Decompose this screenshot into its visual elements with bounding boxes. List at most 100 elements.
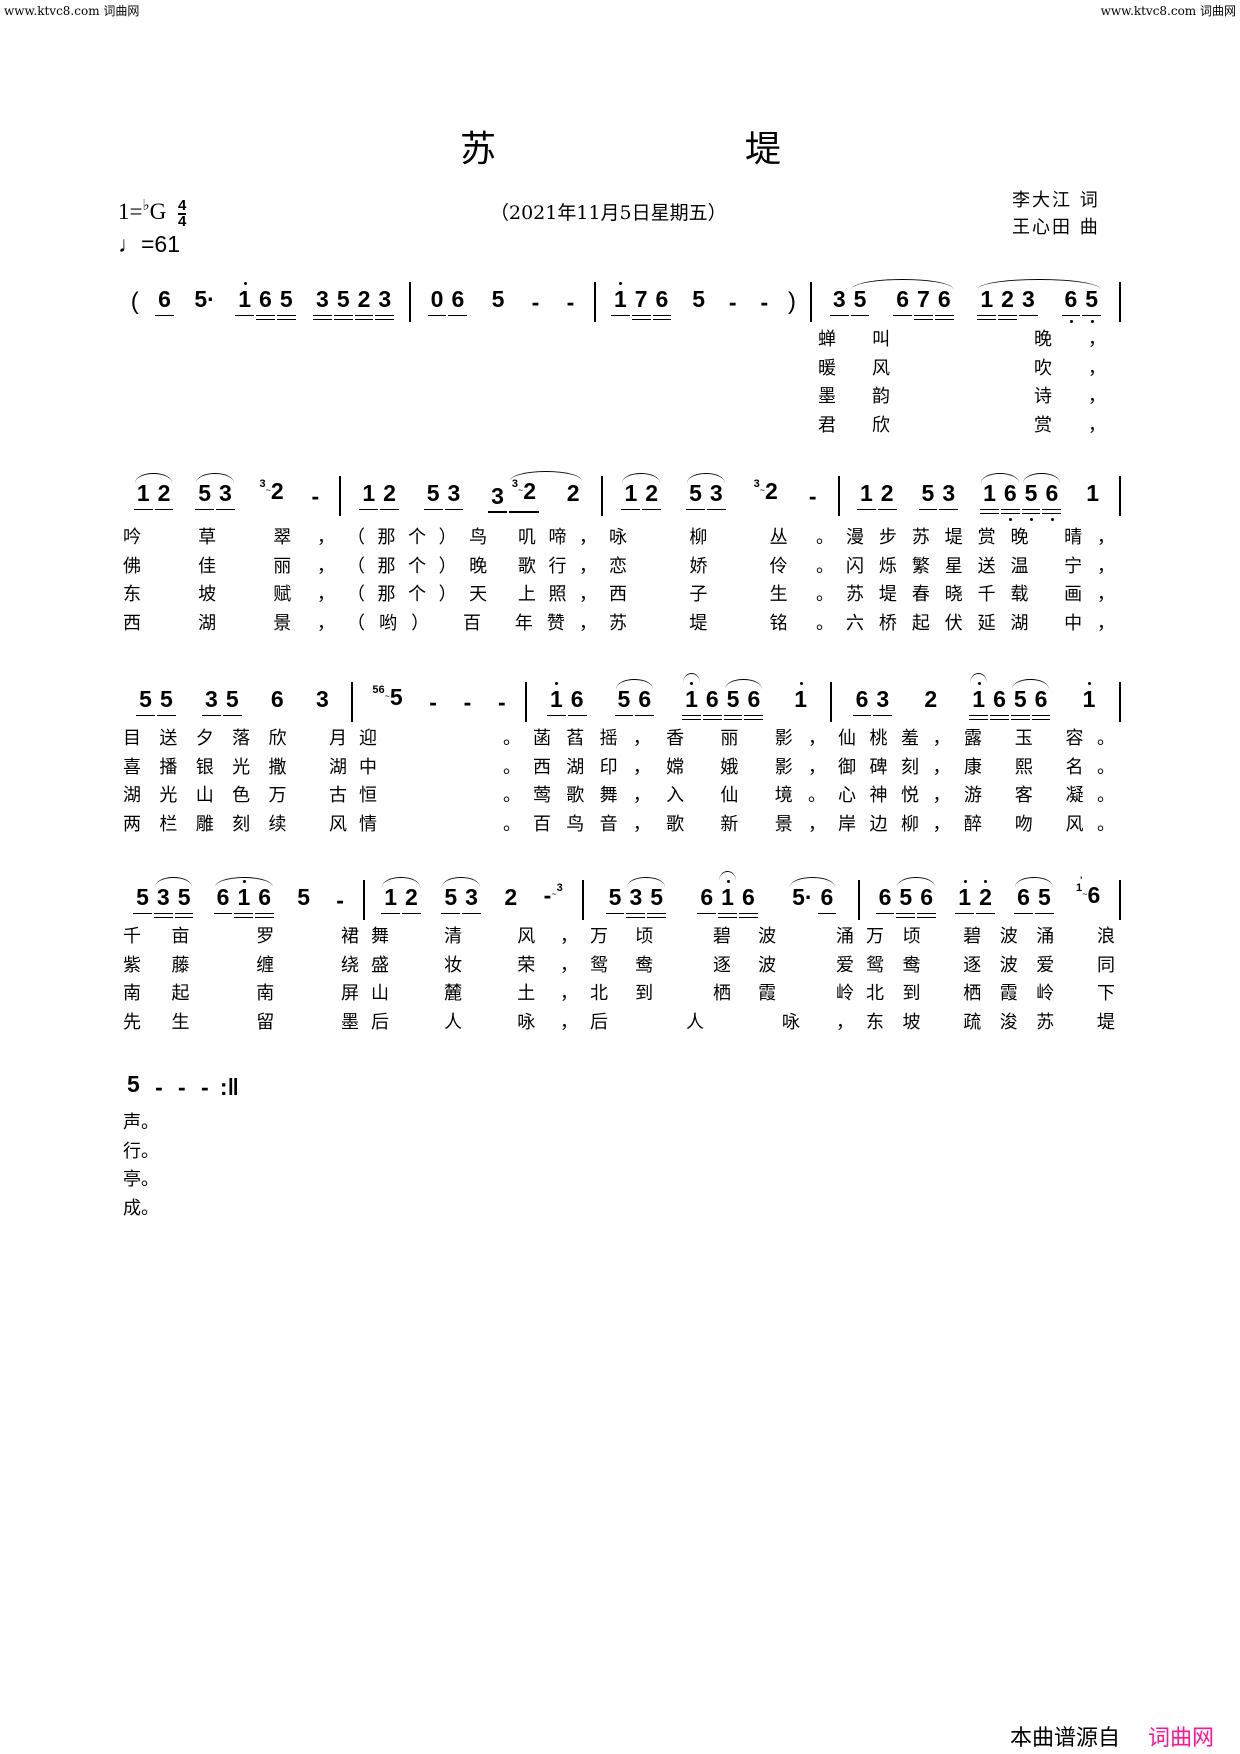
note-digit: 2 xyxy=(924,686,938,712)
date-note: （2021年11月5日星期五） xyxy=(490,202,727,224)
measure: 165616561 xyxy=(527,682,832,722)
underline xyxy=(354,318,374,320)
note: 5 xyxy=(440,883,461,917)
note: 5 xyxy=(688,285,709,319)
lyric-line: 盛 妆 荣， xyxy=(371,954,578,976)
underline xyxy=(381,912,401,914)
lyric-line: 漫步苏堤赏晚 晴， xyxy=(846,527,1115,548)
note-digit: 2 xyxy=(523,477,537,504)
underline xyxy=(441,912,461,914)
lyric-line: 恒。 xyxy=(359,785,521,806)
underline xyxy=(174,912,194,914)
note: 5 xyxy=(723,685,744,720)
footer-brand-link[interactable]: 词曲网 xyxy=(1148,1720,1214,1752)
note-group: 123 xyxy=(976,285,1039,320)
underline xyxy=(856,508,876,510)
underline xyxy=(917,912,937,914)
underline xyxy=(877,508,897,510)
slur-arc xyxy=(978,279,1101,289)
underline xyxy=(969,714,989,716)
note: 5 xyxy=(156,685,177,719)
note-digit: 6 xyxy=(570,686,584,712)
underline xyxy=(195,508,214,510)
note: 6 xyxy=(267,685,288,719)
underline xyxy=(313,314,332,316)
underline xyxy=(652,318,672,320)
note: 5 xyxy=(1021,479,1042,521)
underline xyxy=(642,508,662,510)
underline xyxy=(1021,508,1041,510)
note: 6 xyxy=(934,285,955,320)
note-digit: 5 xyxy=(279,286,293,312)
note-digit: 1 xyxy=(384,884,398,910)
note-group: 1656 xyxy=(968,682,1051,720)
octave-dot-below xyxy=(1030,518,1034,521)
note: 5· xyxy=(190,285,218,319)
note-digit: 1 xyxy=(1086,480,1099,506)
note: 5 xyxy=(646,883,667,918)
note-digit: 6 xyxy=(1087,881,1101,908)
repeat-end-barline: :‖ xyxy=(219,1073,239,1100)
dash-extension: - xyxy=(728,288,737,315)
note-group: 6 xyxy=(154,285,175,319)
note-group: 3 3~2 xyxy=(487,477,540,516)
note-group: 1656 xyxy=(979,479,1062,521)
dash-extension: - xyxy=(760,288,769,315)
note: 6 xyxy=(989,685,1010,720)
note: 3 xyxy=(312,285,333,320)
slur-arc xyxy=(627,877,666,887)
note-group: 535 xyxy=(605,883,667,918)
note: 5 xyxy=(293,883,314,917)
underline xyxy=(256,318,275,320)
underline xyxy=(402,912,421,914)
underline xyxy=(873,714,893,716)
underline xyxy=(1031,714,1051,716)
note-digit: 6 xyxy=(258,884,272,910)
underline xyxy=(448,314,468,316)
underline xyxy=(850,314,870,316)
note: 2 xyxy=(997,285,1018,320)
note-digit: 5 xyxy=(692,286,706,312)
key-note: G xyxy=(149,199,167,224)
underline xyxy=(605,912,625,914)
note-digit: 1 xyxy=(613,286,627,312)
underline xyxy=(1031,718,1051,720)
slur-arc xyxy=(509,470,582,481)
note-digit: 5 xyxy=(177,884,191,910)
flat-icon: ♭ xyxy=(142,198,150,214)
note-digit: 1 xyxy=(972,686,986,712)
note: 6 xyxy=(1041,479,1062,521)
note: 3 xyxy=(938,479,959,513)
underline xyxy=(354,314,374,316)
lyric-line: 成。 xyxy=(123,1197,159,1219)
underline xyxy=(917,916,937,918)
measure: 63216561 xyxy=(832,682,1121,722)
note-group: 12 xyxy=(380,883,422,917)
note-digit: 5 xyxy=(853,286,867,312)
note: 6 xyxy=(1013,883,1034,917)
note-digit: 3 xyxy=(832,286,846,312)
note: 3 xyxy=(1018,285,1039,319)
underline xyxy=(255,912,275,914)
lyric-line: 后 人 咏， xyxy=(371,1011,578,1033)
grace-note: 3 xyxy=(556,881,563,894)
octave-dot-above xyxy=(619,282,623,285)
lyric-line: 佛 佳 丽， xyxy=(123,555,335,577)
grace-note-group: 56~5 xyxy=(368,683,406,722)
note: 1 xyxy=(681,682,702,720)
dash-extension: - xyxy=(463,688,472,715)
lyric-line: 后 人 咏， xyxy=(590,1011,854,1033)
note: 6 xyxy=(447,285,468,319)
note-digit: 5 xyxy=(444,884,458,910)
note-group: 535 xyxy=(132,883,194,918)
note: 5 xyxy=(222,685,243,719)
grace-note-group: 3~2 xyxy=(750,477,782,516)
note-group: 35 xyxy=(201,685,243,719)
underline xyxy=(614,714,634,716)
note-digit: 6 xyxy=(216,884,230,910)
lyric-line: 百鸟音，歌 新 景， xyxy=(533,813,826,835)
note-group: 35 xyxy=(829,285,871,319)
note-digit: 6 xyxy=(270,686,284,712)
underline xyxy=(718,916,737,918)
underline xyxy=(153,916,173,918)
